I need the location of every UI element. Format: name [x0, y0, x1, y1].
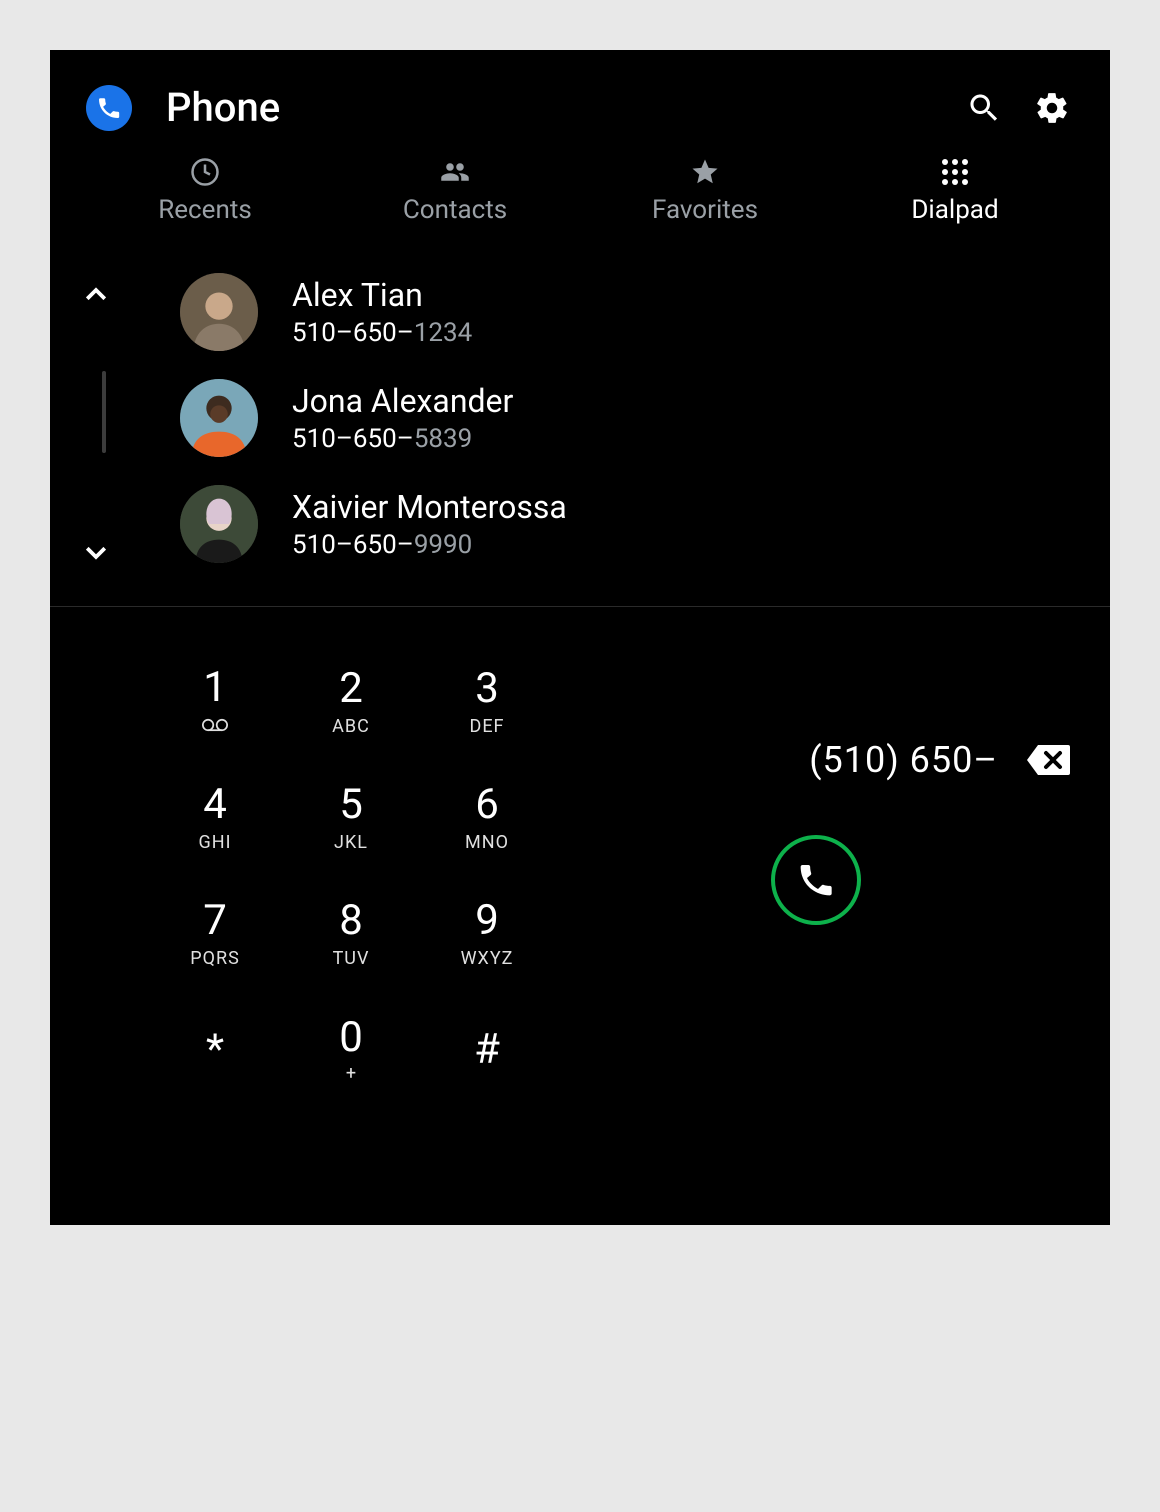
phone-icon — [796, 860, 836, 900]
tab-label: Contacts — [403, 195, 507, 225]
app-header: Phone — [50, 50, 1110, 149]
avatar — [180, 485, 258, 563]
dialpad-icon — [942, 157, 968, 187]
gear-icon — [1034, 90, 1070, 126]
scroll-indicator — [102, 371, 106, 453]
backspace-icon — [1026, 743, 1070, 777]
tab-dialpad[interactable]: Dialpad — [835, 157, 1075, 225]
contact-name: Jona Alexander — [292, 382, 513, 420]
chevron-down-icon — [81, 537, 111, 567]
contact-info: Jona Alexander 510–650–5839 — [292, 382, 513, 454]
contact-number: 510–650–9990 — [292, 530, 567, 560]
tab-favorites[interactable]: Favorites — [585, 157, 825, 225]
contact-name: Alex Tian — [292, 276, 472, 314]
key-4[interactable]: 4 GHI — [150, 763, 280, 873]
people-icon — [440, 157, 470, 187]
key-7[interactable]: 7 PQRS — [150, 879, 280, 989]
keypad: 1 2 ABC 3 DEF 4 GHI 5 JKL 6 MNO — [150, 647, 552, 1105]
chevron-up-icon — [81, 280, 111, 310]
tab-label: Favorites — [652, 195, 758, 225]
key-3[interactable]: 3 DEF — [422, 647, 552, 757]
backspace-button[interactable] — [1026, 743, 1070, 777]
scroll-down-button[interactable] — [76, 532, 116, 572]
key-star[interactable]: * — [150, 995, 280, 1105]
dialpad-area: 1 2 ABC 3 DEF 4 GHI 5 JKL 6 MNO — [50, 607, 1110, 1105]
tab-label: Recents — [158, 195, 252, 225]
contact-info: Alex Tian 510–650–1234 — [292, 276, 472, 348]
suggestion-row[interactable]: Jona Alexander 510–650–5839 — [50, 365, 1110, 471]
key-0[interactable]: 0 + — [286, 995, 416, 1105]
call-button[interactable] — [771, 835, 861, 925]
phone-app-icon — [86, 85, 132, 131]
phone-app-screen: Phone Recents Contacts Favorites — [50, 50, 1110, 1225]
avatar — [180, 273, 258, 351]
key-5[interactable]: 5 JKL — [286, 763, 416, 873]
dial-display: (510) 650– — [552, 647, 1080, 1105]
search-button[interactable] — [962, 86, 1006, 130]
app-title: Phone — [166, 84, 938, 131]
tab-recents[interactable]: Recents — [85, 157, 325, 225]
key-2[interactable]: 2 ABC — [286, 647, 416, 757]
tab-bar: Recents Contacts Favorites Dialpad — [50, 149, 1110, 247]
contact-number: 510–650–1234 — [292, 318, 472, 348]
settings-button[interactable] — [1030, 86, 1074, 130]
contact-number: 510–650–5839 — [292, 424, 513, 454]
key-6[interactable]: 6 MNO — [422, 763, 552, 873]
key-9[interactable]: 9 WXYZ — [422, 879, 552, 989]
contact-info: Xaivier Monterossa 510–650–9990 — [292, 488, 567, 560]
key-hash[interactable]: # — [422, 995, 552, 1105]
voicemail-icon — [202, 709, 228, 737]
typed-number: (510) 650– — [809, 739, 998, 781]
scroll-up-button[interactable] — [76, 275, 116, 315]
search-icon — [966, 90, 1002, 126]
key-8[interactable]: 8 TUV — [286, 879, 416, 989]
suggestion-row[interactable]: Xaivier Monterossa 510–650–9990 — [50, 471, 1110, 577]
avatar — [180, 379, 258, 457]
suggestion-row[interactable]: Alex Tian 510–650–1234 — [50, 259, 1110, 365]
tab-label: Dialpad — [911, 195, 998, 225]
contact-name: Xaivier Monterossa — [292, 488, 567, 526]
key-1[interactable]: 1 — [150, 647, 280, 757]
tab-contacts[interactable]: Contacts — [335, 157, 575, 225]
dial-suggestions: Alex Tian 510–650–1234 Jona Alexander 51… — [50, 247, 1110, 607]
star-icon — [690, 157, 720, 187]
clock-icon — [190, 157, 220, 187]
